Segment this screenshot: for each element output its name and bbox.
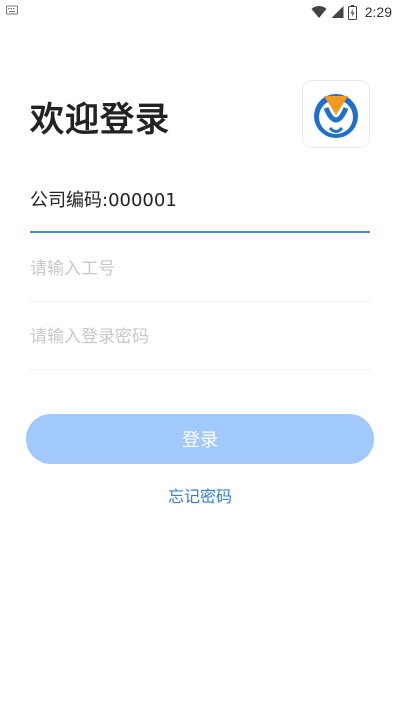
login-button[interactable]: 登录 (26, 414, 374, 464)
employee-id-divider (30, 301, 370, 302)
company-code-label: 公司编码: (30, 190, 109, 211)
status-icons: 2:29 (311, 2, 392, 22)
page-title: 欢迎登录 (30, 100, 170, 140)
status-bar: 2:29 (0, 0, 400, 24)
forgot-password-link[interactable]: 忘记密码 (0, 483, 400, 507)
company-code-value: 000001 (108, 190, 177, 211)
company-code-underline (30, 231, 370, 233)
password-divider (30, 369, 370, 370)
wifi-icon (311, 6, 327, 19)
cellular-signal-icon (331, 6, 344, 18)
app-logo-icon (314, 94, 358, 138)
battery-icon (347, 4, 357, 20)
login-screen: 2:29 欢迎登录 公司编码:000001 登录 忘记密码 (0, 0, 400, 711)
keyboard-icon (6, 5, 18, 15)
logo-container (302, 80, 370, 148)
employee-id-input[interactable] (30, 247, 370, 291)
status-time: 2:29 (364, 4, 392, 20)
password-input[interactable] (30, 315, 370, 359)
company-code-row: 公司编码:000001 (30, 186, 177, 212)
